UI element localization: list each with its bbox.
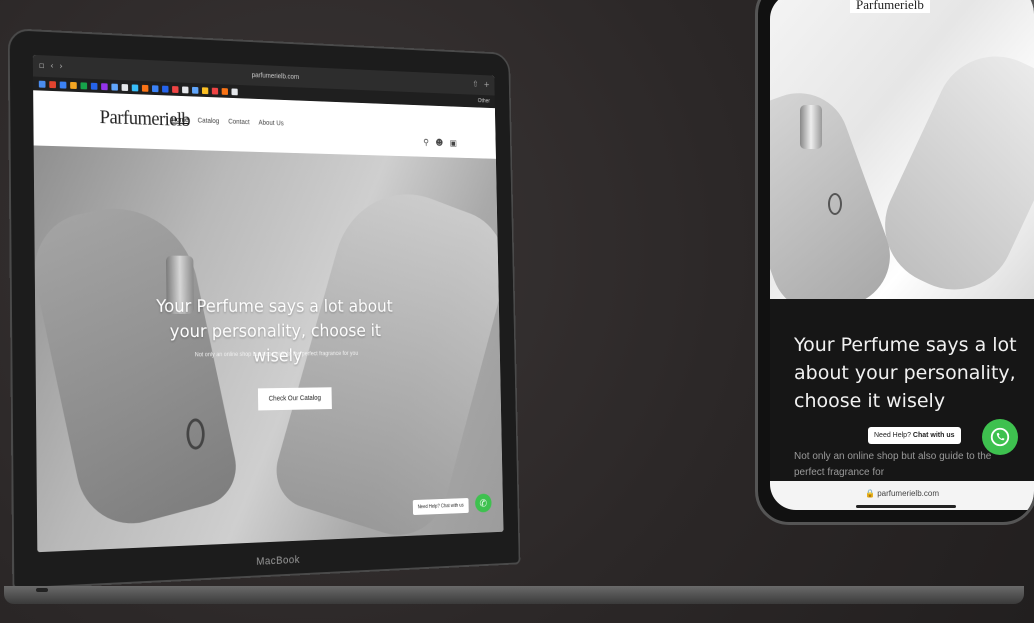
bookmark-icon[interactable] [49,80,56,88]
laptop-lid: ▫ ‹ › parfumerielb.com ⇧ + Other Parfume… [7,28,521,590]
bookmark-icon[interactable] [80,81,88,89]
bookmark-icon[interactable] [182,85,189,93]
phone-site-logo[interactable]: Parfumerielb [850,0,930,13]
phone-url[interactable]: 🔒 parfumerielb.com [770,489,1034,498]
share-icon[interactable]: ⇧ [472,80,478,89]
phone-hand-left [770,79,905,299]
sidebar-toggle-icon[interactable]: ▫ [39,61,45,71]
phone-hero-title: Your Perfume says a lot about your perso… [794,334,1017,412]
chat-help-pill[interactable]: Need Help? Chat with us [412,497,469,516]
bookmark-icon[interactable] [101,82,108,90]
bookmark-icon[interactable] [59,81,67,89]
laptop-base [4,586,1024,604]
bookmark-icon[interactable] [70,81,77,89]
phone-url-text: parfumerielb.com [877,489,939,498]
phone-chat-help-pill[interactable]: Need Help? Chat with us [868,427,961,444]
bookmark-icon[interactable] [211,87,219,95]
hero-title: Your Perfume says a lot about your perso… [156,296,393,367]
phone-perfume-bottle [800,105,822,149]
nav-about-us[interactable]: About Us [258,120,283,127]
bookmark-icon[interactable] [231,87,238,95]
phone-mockup: Parfumerielb Your Perfume says a lot abo… [755,0,1034,525]
bookmark-icon[interactable] [38,80,46,88]
header-icons: ⚲ ☻ ▣ [423,138,457,148]
phone-screen: Parfumerielb Your Perfume says a lot abo… [770,0,1034,510]
bookmark-icon[interactable] [162,85,169,93]
nav-home[interactable]: Home [172,117,189,124]
chat-prefix: Need Help? [874,432,911,439]
bookmarks-more[interactable]: Other [478,98,490,104]
back-icon[interactable]: ‹ [50,62,54,72]
laptop-mockup: ▫ ‹ › parfumerielb.com ⇧ + Other Parfume… [4,26,1024,612]
user-icon[interactable]: ☻ [435,139,443,148]
search-icon[interactable]: ⚲ [423,138,429,147]
check-catalog-button[interactable]: Check Our Catalog [257,387,332,411]
home-indicator[interactable] [856,505,956,508]
hero-banner: Your Perfume says a lot about your perso… [33,145,504,553]
chat-bold: Chat with us [912,432,955,439]
bookmark-icon[interactable] [90,82,98,90]
bookmark-icon[interactable] [192,86,199,94]
bookmark-icon[interactable] [201,86,209,94]
new-tab-icon[interactable]: + [483,81,489,90]
forward-icon[interactable]: › [59,62,63,72]
nav-catalog[interactable]: Catalog [198,118,220,125]
phone-url-bar: 🔒 parfumerielb.com [770,481,1034,510]
bookmark-icon[interactable] [111,83,118,91]
cart-icon[interactable]: ▣ [450,139,457,148]
bookmark-icon[interactable] [141,84,149,92]
laptop-notch [36,588,48,592]
whatsapp-icon[interactable]: ✆ [474,493,492,513]
phone-ring [828,193,842,215]
bookmark-icon[interactable] [151,84,159,92]
bookmark-icon[interactable] [121,83,129,91]
bookmark-icon[interactable] [221,87,228,95]
whatsapp-icon[interactable] [982,419,1018,455]
address-bar[interactable]: parfumerielb.com [252,72,299,81]
phone-hand-right [865,36,1034,299]
bookmark-icon[interactable] [131,83,139,91]
laptop-screen: ▫ ‹ › parfumerielb.com ⇧ + Other Parfume… [32,54,504,553]
nav-contact[interactable]: Contact [228,119,250,126]
bookmark-icon[interactable] [172,85,179,93]
phone-hero-subtitle: Not only an online shop but also guide t… [794,451,992,478]
phone-hero-image: Parfumerielb [770,0,1034,299]
